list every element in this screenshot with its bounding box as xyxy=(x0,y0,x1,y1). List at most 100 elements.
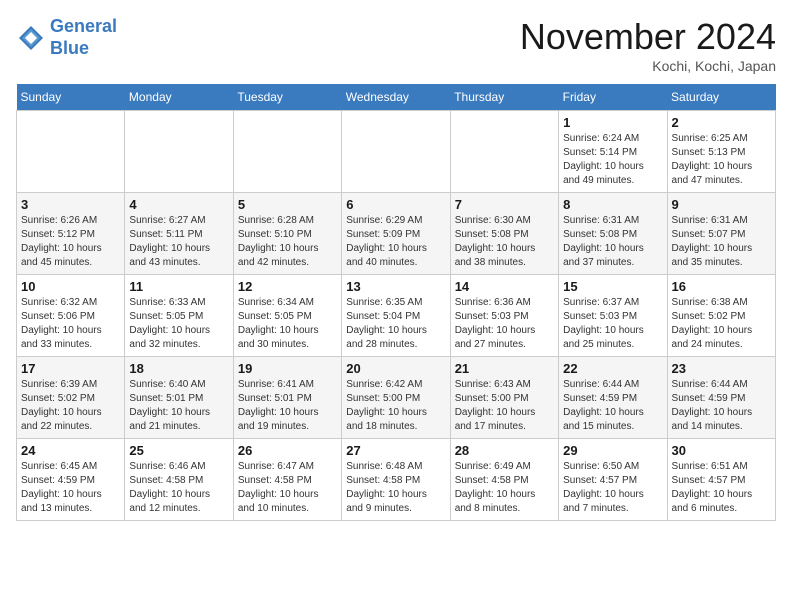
day-info: Sunrise: 6:32 AM Sunset: 5:06 PM Dayligh… xyxy=(21,296,120,352)
day-number: 9 xyxy=(672,197,771,212)
weekday-header-tuesday: Tuesday xyxy=(233,84,341,111)
calendar-cell xyxy=(125,111,233,193)
day-number: 24 xyxy=(21,443,120,458)
day-info: Sunrise: 6:40 AM Sunset: 5:01 PM Dayligh… xyxy=(129,378,228,434)
day-info: Sunrise: 6:48 AM Sunset: 4:58 PM Dayligh… xyxy=(346,460,445,516)
day-number: 29 xyxy=(563,443,662,458)
day-info: Sunrise: 6:31 AM Sunset: 5:07 PM Dayligh… xyxy=(672,214,771,270)
day-info: Sunrise: 6:31 AM Sunset: 5:08 PM Dayligh… xyxy=(563,214,662,270)
day-info: Sunrise: 6:30 AM Sunset: 5:08 PM Dayligh… xyxy=(455,214,554,270)
weekday-header-sunday: Sunday xyxy=(17,84,125,111)
day-info: Sunrise: 6:46 AM Sunset: 4:58 PM Dayligh… xyxy=(129,460,228,516)
day-number: 22 xyxy=(563,361,662,376)
day-info: Sunrise: 6:44 AM Sunset: 4:59 PM Dayligh… xyxy=(672,378,771,434)
calendar-cell: 28 Sunrise: 6:49 AM Sunset: 4:58 PM Dayli… xyxy=(450,439,558,521)
day-number: 26 xyxy=(238,443,337,458)
calendar-cell: 2 Sunrise: 6:25 AM Sunset: 5:13 PM Daylig… xyxy=(667,111,775,193)
day-number: 1 xyxy=(563,115,662,130)
day-number: 12 xyxy=(238,279,337,294)
calendar-cell xyxy=(450,111,558,193)
weekday-header-saturday: Saturday xyxy=(667,84,775,111)
location-title: Kochi, Kochi, Japan xyxy=(520,58,776,74)
calendar-cell: 14Sunrise: 6:36 AM Sunset: 5:03 PM Dayli… xyxy=(450,275,558,357)
day-number: 6 xyxy=(346,197,445,212)
day-info: Sunrise: 6:27 AM Sunset: 5:11 PM Dayligh… xyxy=(129,214,228,270)
calendar-cell: 20Sunrise: 6:42 AM Sunset: 5:00 PM Dayli… xyxy=(342,357,450,439)
calendar-cell: 17Sunrise: 6:39 AM Sunset: 5:02 PM Dayli… xyxy=(17,357,125,439)
day-number: 27 xyxy=(346,443,445,458)
day-number: 8 xyxy=(563,197,662,212)
day-info: Sunrise: 6:33 AM Sunset: 5:05 PM Dayligh… xyxy=(129,296,228,352)
header: General Blue November 2024 Kochi, Kochi,… xyxy=(16,16,776,74)
day-info: Sunrise: 6:44 AM Sunset: 4:59 PM Dayligh… xyxy=(563,378,662,434)
day-info: Sunrise: 6:24 AM Sunset: 5:14 PM Dayligh… xyxy=(563,132,662,188)
day-number: 19 xyxy=(238,361,337,376)
weekday-header-friday: Friday xyxy=(559,84,667,111)
day-number: 10 xyxy=(21,279,120,294)
calendar-cell: 24Sunrise: 6:45 AM Sunset: 4:59 PM Dayli… xyxy=(17,439,125,521)
weekday-header-thursday: Thursday xyxy=(450,84,558,111)
day-number: 30 xyxy=(672,443,771,458)
calendar-cell: 1 Sunrise: 6:24 AM Sunset: 5:14 PM Daylig… xyxy=(559,111,667,193)
calendar-cell: 5 Sunrise: 6:28 AM Sunset: 5:10 PM Daylig… xyxy=(233,193,341,275)
day-info: Sunrise: 6:28 AM Sunset: 5:10 PM Dayligh… xyxy=(238,214,337,270)
calendar-cell: 3Sunrise: 6:26 AM Sunset: 5:12 PM Daylig… xyxy=(17,193,125,275)
week-row-2: 3Sunrise: 6:26 AM Sunset: 5:12 PM Daylig… xyxy=(17,193,776,275)
calendar-cell: 15 Sunrise: 6:37 AM Sunset: 5:03 PM Dayli… xyxy=(559,275,667,357)
calendar-cell: 8 Sunrise: 6:31 AM Sunset: 5:08 PM Daylig… xyxy=(559,193,667,275)
calendar-cell xyxy=(233,111,341,193)
day-number: 11 xyxy=(129,279,228,294)
day-info: Sunrise: 6:41 AM Sunset: 5:01 PM Dayligh… xyxy=(238,378,337,434)
weekday-header-monday: Monday xyxy=(125,84,233,111)
day-info: Sunrise: 6:51 AM Sunset: 4:57 PM Dayligh… xyxy=(672,460,771,516)
day-number: 5 xyxy=(238,197,337,212)
day-info: Sunrise: 6:35 AM Sunset: 5:04 PM Dayligh… xyxy=(346,296,445,352)
calendar-cell: 25Sunrise: 6:46 AM Sunset: 4:58 PM Dayli… xyxy=(125,439,233,521)
day-info: Sunrise: 6:25 AM Sunset: 5:13 PM Dayligh… xyxy=(672,132,771,188)
calendar-cell: 19 Sunrise: 6:41 AM Sunset: 5:01 PM Dayli… xyxy=(233,357,341,439)
week-row-1: 1 Sunrise: 6:24 AM Sunset: 5:14 PM Daylig… xyxy=(17,111,776,193)
week-row-5: 24Sunrise: 6:45 AM Sunset: 4:59 PM Dayli… xyxy=(17,439,776,521)
week-row-3: 10 Sunrise: 6:32 AM Sunset: 5:06 PM Dayli… xyxy=(17,275,776,357)
day-number: 4 xyxy=(129,197,228,212)
logo: General Blue xyxy=(16,16,117,59)
calendar-cell: 7 Sunrise: 6:30 AM Sunset: 5:08 PM Daylig… xyxy=(450,193,558,275)
day-info: Sunrise: 6:37 AM Sunset: 5:03 PM Dayligh… xyxy=(563,296,662,352)
day-number: 23 xyxy=(672,361,771,376)
calendar-cell: 30 Sunrise: 6:51 AM Sunset: 4:57 PM Dayli… xyxy=(667,439,775,521)
calendar-cell: 11 Sunrise: 6:33 AM Sunset: 5:05 PM Dayli… xyxy=(125,275,233,357)
calendar-cell: 16 Sunrise: 6:38 AM Sunset: 5:02 PM Dayli… xyxy=(667,275,775,357)
day-info: Sunrise: 6:29 AM Sunset: 5:09 PM Dayligh… xyxy=(346,214,445,270)
day-info: Sunrise: 6:36 AM Sunset: 5:03 PM Dayligh… xyxy=(455,296,554,352)
day-number: 18 xyxy=(129,361,228,376)
day-info: Sunrise: 6:50 AM Sunset: 4:57 PM Dayligh… xyxy=(563,460,662,516)
day-info: Sunrise: 6:49 AM Sunset: 4:58 PM Dayligh… xyxy=(455,460,554,516)
day-number: 16 xyxy=(672,279,771,294)
day-number: 7 xyxy=(455,197,554,212)
title-section: November 2024 Kochi, Kochi, Japan xyxy=(520,16,776,74)
logo-icon xyxy=(16,23,46,53)
calendar-cell: 29 Sunrise: 6:50 AM Sunset: 4:57 PM Dayli… xyxy=(559,439,667,521)
day-info: Sunrise: 6:38 AM Sunset: 5:02 PM Dayligh… xyxy=(672,296,771,352)
day-info: Sunrise: 6:34 AM Sunset: 5:05 PM Dayligh… xyxy=(238,296,337,352)
day-number: 13 xyxy=(346,279,445,294)
calendar-cell: 9 Sunrise: 6:31 AM Sunset: 5:07 PM Daylig… xyxy=(667,193,775,275)
day-info: Sunrise: 6:26 AM Sunset: 5:12 PM Dayligh… xyxy=(21,214,120,270)
calendar-cell: 10 Sunrise: 6:32 AM Sunset: 5:06 PM Dayli… xyxy=(17,275,125,357)
calendar-cell: 22 Sunrise: 6:44 AM Sunset: 4:59 PM Dayli… xyxy=(559,357,667,439)
day-number: 21 xyxy=(455,361,554,376)
calendar-table: SundayMondayTuesdayWednesdayThursdayFrid… xyxy=(16,84,776,521)
weekday-header-row: SundayMondayTuesdayWednesdayThursdayFrid… xyxy=(17,84,776,111)
calendar-cell: 23 Sunrise: 6:44 AM Sunset: 4:59 PM Dayli… xyxy=(667,357,775,439)
day-number: 15 xyxy=(563,279,662,294)
calendar-cell: 27 Sunrise: 6:48 AM Sunset: 4:58 PM Dayli… xyxy=(342,439,450,521)
calendar-cell: 4 Sunrise: 6:27 AM Sunset: 5:11 PM Daylig… xyxy=(125,193,233,275)
week-row-4: 17Sunrise: 6:39 AM Sunset: 5:02 PM Dayli… xyxy=(17,357,776,439)
month-title: November 2024 xyxy=(520,16,776,58)
day-number: 28 xyxy=(455,443,554,458)
calendar-cell: 21Sunrise: 6:43 AM Sunset: 5:00 PM Dayli… xyxy=(450,357,558,439)
weekday-header-wednesday: Wednesday xyxy=(342,84,450,111)
calendar-cell: 26Sunrise: 6:47 AM Sunset: 4:58 PM Dayli… xyxy=(233,439,341,521)
day-number: 2 xyxy=(672,115,771,130)
day-number: 20 xyxy=(346,361,445,376)
